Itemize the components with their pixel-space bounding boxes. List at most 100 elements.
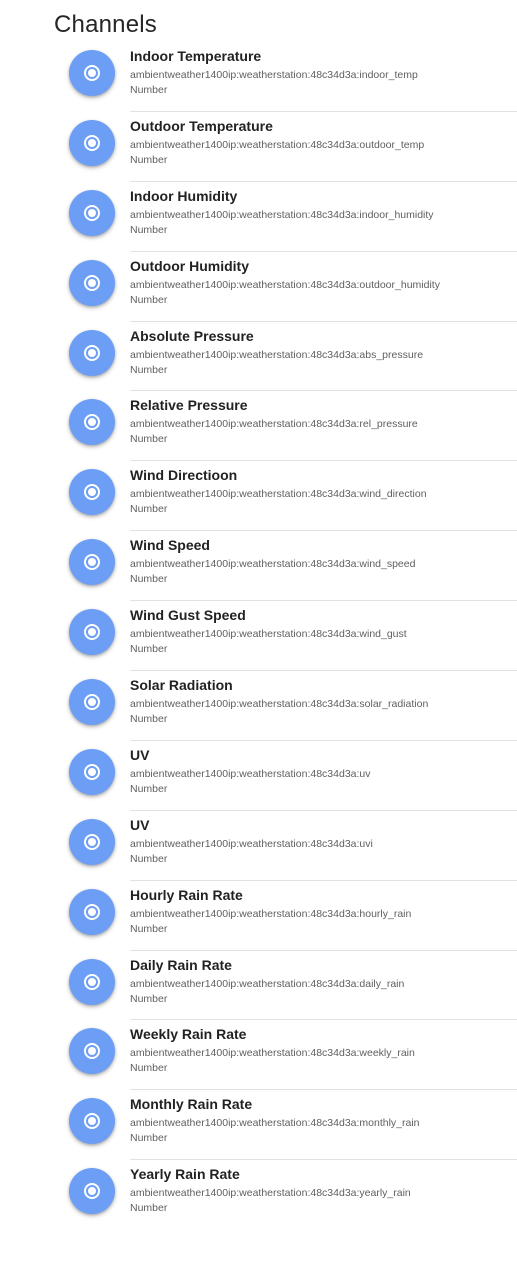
channel-item-wind-direction[interactable]: Wind Directioon ambientweather1400ip:wea… [0, 461, 517, 532]
channel-item-outdoor-humidity[interactable]: Outdoor Humidity ambientweather1400ip:we… [0, 252, 517, 322]
channel-uid: ambientweather1400ip:weatherstation:48c3… [130, 69, 418, 81]
channel-label: Daily Rain Rate [130, 956, 232, 973]
channel-uid: ambientweather1400ip:weatherstation:48c3… [130, 698, 429, 711]
channel-type: Number [130, 1132, 168, 1145]
channel-label: Weekly Rain Rate [130, 1026, 247, 1043]
channel-text: Monthly Rain Rate ambientweather1400ip:w… [130, 1090, 517, 1161]
radio-button-checked-icon [69, 958, 115, 1005]
channel-text: Outdoor Humidity ambientweather1400ip:we… [130, 252, 517, 322]
channel-text: Daily Rain Rate ambientweather1400ip:wea… [130, 951, 517, 1021]
channel-type: Number [130, 1062, 168, 1075]
channel-text: Weekly Rain Rate ambientweather1400ip:we… [130, 1020, 517, 1091]
channel-item-monthly-rain-rate[interactable]: Monthly Rain Rate ambientweather1400ip:w… [0, 1090, 517, 1161]
channel-uid: ambientweather1400ip:weatherstation:48c3… [130, 767, 371, 780]
radio-button-checked-icon [69, 748, 115, 795]
channel-text: Indoor Temperature ambientweather1400ip:… [130, 42, 517, 112]
channel-type: Number [130, 992, 168, 1005]
radio-button-checked-icon [69, 329, 115, 376]
channel-label: Yearly Rain Rate [130, 1166, 240, 1183]
radio-button-checked-icon [69, 888, 115, 935]
channel-uid: ambientweather1400ip:weatherstation:48c3… [130, 1047, 415, 1060]
channel-type: Number [130, 782, 168, 795]
channel-text: Yearly Rain Rate ambientweather1400ip:we… [130, 1160, 517, 1230]
channel-label: Solar Radiation [130, 677, 233, 694]
channel-type: Number [130, 713, 168, 726]
channel-label: Indoor Temperature [130, 48, 262, 64]
channel-text: Wind Speed ambientweather1400ip:weathers… [130, 531, 517, 602]
channel-label: Wind Speed [130, 537, 210, 554]
channel-item-absolute-pressure[interactable]: Absolute Pressure ambientweather1400ip:w… [0, 322, 517, 392]
channel-type: Number [130, 643, 168, 656]
channel-uid: ambientweather1400ip:weatherstation:48c3… [130, 208, 434, 221]
channel-item-relative-pressure[interactable]: Relative Pressure ambientweather1400ip:w… [0, 391, 517, 462]
radio-button-checked-icon [69, 399, 115, 446]
channel-text: UV ambientweather1400ip:weatherstation:4… [130, 741, 517, 811]
channel-label: Monthly Rain Rate [130, 1096, 253, 1113]
radio-button-checked-icon [69, 50, 115, 96]
channel-item-indoor-humidity[interactable]: Indoor Humidity ambientweather1400ip:wea… [0, 182, 517, 252]
channel-item-uvi[interactable]: UV ambientweather1400ip:weatherstation:4… [0, 811, 517, 881]
channel-label: Outdoor Temperature [130, 117, 273, 134]
channel-label: UV [130, 746, 150, 763]
radio-button-checked-icon [69, 539, 115, 586]
radio-button-checked-icon [69, 469, 115, 516]
radio-button-checked-icon [69, 679, 115, 726]
channel-uid: ambientweather1400ip:weatherstation:48c3… [130, 348, 424, 361]
channel-type: Number [130, 1202, 168, 1215]
channel-uid: ambientweather1400ip:weatherstation:48c3… [130, 977, 405, 990]
channel-uid: ambientweather1400ip:weatherstation:48c3… [130, 1117, 420, 1130]
channel-text: Outdoor Temperature ambientweather1400ip… [130, 112, 517, 182]
channel-text: Wind Gust Speed ambientweather1400ip:wea… [130, 601, 517, 672]
channel-item-weekly-rain-rate[interactable]: Weekly Rain Rate ambientweather1400ip:we… [0, 1020, 517, 1091]
radio-button-checked-icon [69, 609, 115, 656]
channel-text: Wind Directioon ambientweather1400ip:wea… [130, 461, 517, 532]
channel-item-indoor-temperature[interactable]: Indoor Temperature ambientweather1400ip:… [0, 42, 517, 112]
channel-item-yearly-rain-rate[interactable]: Yearly Rain Rate ambientweather1400ip:we… [0, 1160, 517, 1230]
channel-item-solar-radiation[interactable]: Solar Radiation ambientweather1400ip:wea… [0, 671, 517, 741]
channel-label: UV [130, 816, 150, 833]
channel-uid: ambientweather1400ip:weatherstation:48c3… [130, 837, 373, 850]
channel-label: Outdoor Humidity [130, 257, 249, 274]
channel-label: Relative Pressure [130, 397, 248, 414]
channel-uid: ambientweather1400ip:weatherstation:48c3… [130, 278, 440, 291]
channel-item-daily-rain-rate[interactable]: Daily Rain Rate ambientweather1400ip:wea… [0, 951, 517, 1021]
channel-type: Number [130, 573, 168, 586]
channel-uid: ambientweather1400ip:weatherstation:48c3… [130, 418, 418, 431]
radio-button-checked-icon [69, 1028, 115, 1075]
channel-uid: ambientweather1400ip:weatherstation:48c3… [130, 628, 407, 641]
radio-button-checked-icon [69, 189, 115, 236]
channel-text: Solar Radiation ambientweather1400ip:wea… [130, 671, 517, 741]
channel-type: Number [130, 363, 168, 376]
channel-text: Indoor Humidity ambientweather1400ip:wea… [130, 182, 517, 252]
radio-button-checked-icon [69, 1098, 115, 1145]
channel-label: Indoor Humidity [130, 187, 238, 204]
channel-item-hourly-rain-rate[interactable]: Hourly Rain Rate ambientweather1400ip:we… [0, 881, 517, 951]
channel-item-wind-gust-speed[interactable]: Wind Gust Speed ambientweather1400ip:wea… [0, 601, 517, 672]
radio-button-checked-icon [69, 1168, 115, 1215]
radio-button-checked-icon [69, 259, 115, 306]
channel-uid: ambientweather1400ip:weatherstation:48c3… [130, 907, 412, 920]
channel-label: Absolute Pressure [130, 327, 254, 344]
channel-type: Number [130, 922, 168, 935]
channel-text: Hourly Rain Rate ambientweather1400ip:we… [130, 881, 517, 951]
channel-type: Number [130, 852, 168, 865]
radio-button-checked-icon [69, 818, 115, 865]
channel-text: UV ambientweather1400ip:weatherstation:4… [130, 811, 517, 881]
channel-text: Absolute Pressure ambientweather1400ip:w… [130, 322, 517, 392]
channel-type: Number [130, 84, 168, 96]
channel-type: Number [130, 503, 168, 516]
channel-text: Relative Pressure ambientweather1400ip:w… [130, 391, 517, 462]
channel-type: Number [130, 293, 168, 306]
channel-uid: ambientweather1400ip:weatherstation:48c3… [130, 488, 427, 501]
page-title: Channels [54, 11, 158, 38]
channel-uid: ambientweather1400ip:weatherstation:48c3… [130, 1187, 411, 1200]
channel-type: Number [130, 223, 168, 236]
channel-label: Wind Gust Speed [130, 607, 246, 624]
channel-list: Indoor Temperature ambientweather1400ip:… [0, 42, 517, 1230]
channel-item-wind-speed[interactable]: Wind Speed ambientweather1400ip:weathers… [0, 531, 517, 602]
channel-label: Hourly Rain Rate [130, 886, 243, 903]
channel-item-uv[interactable]: UV ambientweather1400ip:weatherstation:4… [0, 741, 517, 811]
radio-button-checked-icon [69, 119, 115, 166]
channel-label: Wind Directioon [130, 467, 238, 484]
channel-item-outdoor-temperature[interactable]: Outdoor Temperature ambientweather1400ip… [0, 112, 517, 182]
